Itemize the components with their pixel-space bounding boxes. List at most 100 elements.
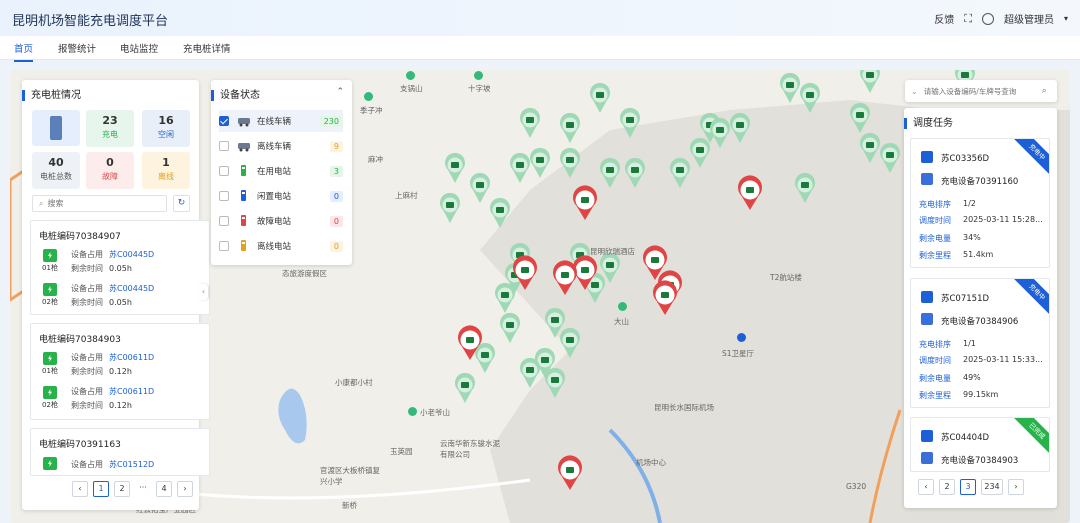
stat-total[interactable]: 40 电桩总数 (32, 152, 80, 189)
filter-label: 故障电站 (257, 217, 292, 227)
filter-fault-station[interactable]: 故障电站 0 (219, 210, 343, 232)
chevron-down-icon: ⌄ (911, 86, 918, 96)
occupy-value[interactable]: 苏C00445D (109, 284, 154, 293)
top-bar: 昆明机场智能充电调度平台 反馈 ⛶ 超级管理员 ▾ (0, 0, 1080, 36)
pile-card[interactable]: 电桩编码70391163 设备占用 苏C01512D (30, 428, 210, 476)
filter-offline-station[interactable]: 离线电站 0 (219, 235, 343, 257)
occupy-value[interactable]: 苏C01512D (109, 460, 154, 469)
rank-value: 1/1 (963, 339, 976, 348)
vehicle-marker[interactable] (454, 372, 475, 403)
search-icon[interactable]: ⌕ (1042, 86, 1047, 96)
stat-fault[interactable]: 0 故障 (86, 152, 134, 189)
stat-offline[interactable]: 1 离线 (142, 152, 190, 189)
refresh-button[interactable]: ↻ (173, 195, 190, 212)
user-avatar-icon[interactable] (981, 12, 994, 25)
pile-search[interactable]: ⌕ (32, 195, 167, 212)
top-right-actions: 反馈 ⛶ 超级管理员 ▾ (934, 11, 1068, 27)
time-label: 调度时间 (919, 216, 951, 225)
pile-card[interactable]: 电桩编码70384903 01枪 设备占用 苏C00611D 剩余时间 0.12h … (30, 323, 210, 420)
pile-code: 电桩编码70384903 (39, 335, 121, 345)
page-button[interactable]: 4 (156, 481, 172, 497)
page-button[interactable]: 1 (93, 481, 109, 497)
occupy-value[interactable]: 苏C00611D (109, 387, 154, 396)
task-status-ribbon: 充电中 (1010, 139, 1049, 179)
checkbox[interactable] (219, 141, 229, 151)
vehicle-marker[interactable] (445, 152, 466, 183)
gun-remain-row: 剩余时间 0.12h (71, 400, 132, 411)
car-icon (921, 151, 933, 163)
checkbox[interactable] (219, 191, 229, 201)
map-label: S1卫星厅 (722, 349, 755, 358)
prev-page-button[interactable]: ‹ (72, 481, 88, 497)
page-ellipsis[interactable]: ··· (135, 481, 151, 497)
dispatch-search[interactable]: ⌄ ⌕ (905, 80, 1057, 102)
filter-offline-vehicle[interactable]: 离线车辆 9 (219, 135, 343, 157)
gun-01 (39, 457, 61, 481)
page-button[interactable]: 2 (939, 479, 955, 495)
dispatch-task-card[interactable]: 已完成 苏C04404D 充电设备70384903 (910, 417, 1050, 472)
dispatch-task-card[interactable]: 充电中 苏C07151D 充电设备70384906 充电排序 1/1 调度时间 … (910, 278, 1050, 408)
collapse-panel-button[interactable]: ‹ (199, 284, 208, 300)
prev-page-button[interactable]: ‹ (918, 479, 934, 495)
device-status-title: 设备状态 (211, 90, 260, 101)
refresh-icon: ↻ (177, 198, 186, 208)
pile-search-input[interactable] (47, 199, 158, 208)
pile-panel: 充电桩情况 23 充电 16 空闲 40 电桩总数 0 故障 1 离线 ⌕ ↻ … (22, 80, 210, 510)
next-page-button[interactable]: › (1008, 479, 1024, 495)
vehicle-marker[interactable] (779, 72, 801, 103)
occupy-value[interactable]: 苏C00445D (109, 250, 154, 259)
checkbox[interactable] (219, 166, 229, 176)
filter-in-use-station[interactable]: 在用电站 3 (219, 160, 343, 182)
user-name[interactable]: 超级管理员 (1004, 11, 1054, 26)
vehicle-marker[interactable] (495, 282, 515, 313)
vehicle-marker[interactable] (860, 70, 880, 93)
vehicle-marker[interactable] (590, 82, 610, 113)
filter-idle-station[interactable]: 闲置电站 0 (219, 185, 343, 207)
feedback-link[interactable]: 反馈 (934, 11, 954, 26)
filter-online-vehicle[interactable]: 在线车辆 230 (219, 110, 343, 132)
checkbox[interactable] (219, 116, 229, 126)
pile-card[interactable]: 电桩编码70384907 01枪 设备占用 苏C00445D 剩余时间 0.05h … (30, 220, 210, 315)
page-button[interactable]: 234 (981, 479, 1003, 495)
vehicle-marker[interactable] (500, 312, 520, 343)
tab-station-monitor[interactable]: 电站监控 (120, 41, 158, 55)
vehicle-marker[interactable] (509, 152, 530, 183)
checkbox[interactable] (219, 216, 229, 226)
time-value: 2025-03-11 15:28... (963, 215, 1043, 224)
stat-idle[interactable]: 16 空闲 (142, 110, 190, 147)
chevron-up-icon[interactable]: ⌃ (336, 87, 344, 97)
power-value: 49% (963, 373, 981, 382)
chevron-down-icon[interactable]: ▾ (1064, 14, 1068, 23)
fullscreen-icon[interactable]: ⛶ (964, 12, 972, 26)
vehicle-marker[interactable] (475, 342, 495, 373)
map-label: 玉英园 (390, 447, 413, 456)
stat-charging[interactable]: 23 充电 (86, 110, 134, 147)
charger-illustration (32, 110, 80, 146)
filter-count: 230 (319, 115, 343, 127)
dispatch-task-card[interactable]: 充电中 苏C03356D 充电设备70391160 充电排序 1/2 调度时间 … (910, 138, 1050, 268)
vehicle-marker[interactable] (560, 112, 580, 143)
vehicle-marker[interactable] (470, 172, 490, 203)
filter-count: 9 (329, 140, 343, 152)
dispatch-search-input[interactable] (923, 86, 1042, 96)
charging-gun-icon (43, 457, 57, 470)
map-label: 态旅游度假区 (282, 269, 327, 278)
power-label: 剩余电量 (919, 374, 951, 383)
vehicle-marker[interactable] (439, 192, 460, 223)
next-page-button[interactable]: › (177, 481, 193, 497)
tab-alarm-stats[interactable]: 报警统计 (58, 41, 96, 55)
tab-home[interactable]: 首页 (14, 41, 34, 62)
checkbox[interactable] (219, 241, 229, 251)
tab-pile-detail[interactable]: 充电桩详情 (183, 41, 231, 55)
task-status-ribbon: 已完成 (1010, 418, 1049, 458)
gun-01: 01枪 (39, 249, 61, 273)
page-button[interactable]: 3 (960, 479, 976, 495)
vehicle-marker[interactable] (530, 147, 550, 178)
main-nav: 首页 报警统计 电站监控 充电桩详情 (0, 36, 1080, 62)
map-label: 十字坡 (468, 84, 491, 93)
task-status-ribbon: 充电中 (1010, 279, 1049, 319)
gun-remain-row: 剩余时间 0.05h (71, 297, 132, 308)
page-button[interactable]: 2 (114, 481, 130, 497)
occupy-value[interactable]: 苏C00611D (109, 353, 154, 362)
vehicle-marker[interactable] (520, 107, 540, 138)
